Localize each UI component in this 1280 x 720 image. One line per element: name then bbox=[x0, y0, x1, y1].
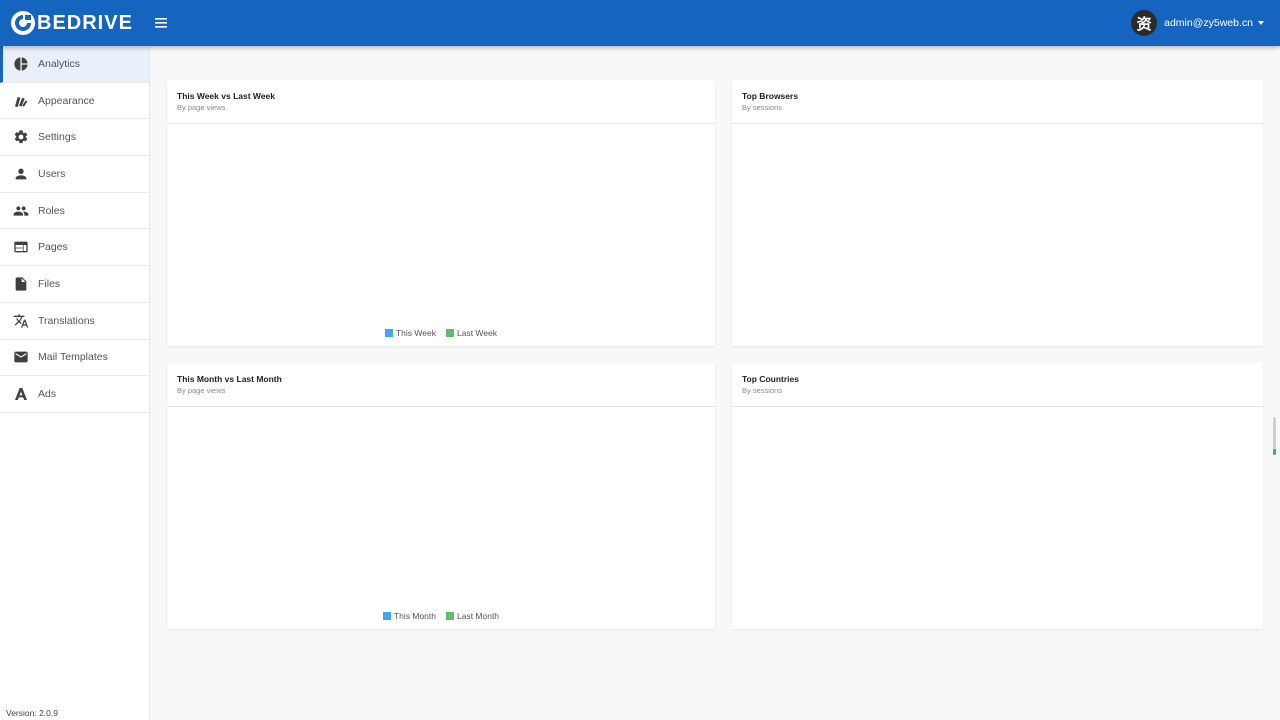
legend-label: Last Month bbox=[456, 611, 500, 621]
sidebar-item-label: Ads bbox=[38, 388, 57, 401]
panel-title: Top Browsers bbox=[742, 91, 799, 101]
sidebar-item-label: Pages bbox=[38, 241, 68, 254]
sidebar-item-label: Mail Templates bbox=[38, 351, 108, 364]
avatar[interactable]: 资 bbox=[1131, 10, 1158, 36]
logo-icon bbox=[11, 11, 35, 35]
month-comparison-panel: This Month vs Last Month By page views T… bbox=[167, 363, 715, 629]
sidebar-item-ads[interactable]: Ads bbox=[0, 376, 149, 413]
legend-label: This Month bbox=[393, 611, 436, 621]
file-icon bbox=[13, 276, 29, 292]
panel-header: Top Browsers By sessions bbox=[732, 80, 1263, 124]
panel-header: Top Countries By sessions bbox=[732, 363, 1263, 407]
panel-title: This Week vs Last Week bbox=[177, 91, 275, 101]
sidebar-item-label: Settings bbox=[38, 131, 76, 144]
chevron-down-icon[interactable] bbox=[1258, 21, 1264, 25]
sidebar-item-roles[interactable]: Roles bbox=[0, 193, 149, 230]
sidebar-item-pages[interactable]: Pages bbox=[0, 229, 149, 267]
legend-item-this-month[interactable]: This Month bbox=[382, 611, 436, 621]
sidebar-item-appearance[interactable]: Appearance bbox=[0, 83, 149, 120]
legend-label: Last Week bbox=[456, 328, 497, 338]
sidebar-item-users[interactable]: Users bbox=[0, 156, 149, 193]
version-label: Version: 2.0.9 bbox=[6, 708, 58, 718]
top-countries-panel: Top Countries By sessions bbox=[732, 363, 1263, 629]
legend-item-this-week[interactable]: This Week bbox=[384, 328, 436, 338]
gear-icon bbox=[13, 129, 29, 145]
sidebar-item-translations[interactable]: Translations bbox=[0, 303, 149, 340]
sidebar: Analytics Appearance Settings Users Role… bbox=[0, 46, 150, 720]
top-bar: BEDRIVE 资 admin@zy5web.cn bbox=[0, 0, 1280, 46]
scrollbar[interactable] bbox=[1273, 417, 1276, 455]
legend-swatch bbox=[445, 329, 454, 337]
ads-icon bbox=[13, 386, 29, 402]
paint-swatch-icon bbox=[13, 93, 29, 109]
people-icon bbox=[13, 203, 29, 219]
panel-subtitle: By page views bbox=[177, 386, 226, 395]
legend-item-last-month[interactable]: Last Month bbox=[445, 611, 500, 621]
panel-subtitle: By sessions bbox=[742, 386, 783, 395]
brand-name: BEDRIVE bbox=[37, 12, 133, 34]
panel-header: This Month vs Last Month By page views bbox=[167, 363, 715, 407]
sidebar-item-files[interactable]: Files bbox=[0, 266, 149, 303]
sidebar-item-mail-templates[interactable]: Mail Templates bbox=[0, 340, 149, 377]
menu-icon[interactable] bbox=[152, 13, 172, 33]
chart-legend: This Week Last Week bbox=[167, 328, 715, 338]
legend-label: This Week bbox=[395, 328, 436, 338]
legend-swatch bbox=[382, 612, 391, 620]
sidebar-item-label: Files bbox=[38, 277, 61, 290]
sidebar-item-settings[interactable]: Settings bbox=[0, 119, 149, 157]
panel-header: This Week vs Last Week By page views bbox=[167, 80, 715, 124]
mail-icon bbox=[13, 349, 29, 365]
sidebar-item-label: Analytics bbox=[38, 57, 81, 70]
bedrive-logo[interactable]: BEDRIVE bbox=[10, 10, 133, 36]
sidebar-item-analytics[interactable]: Analytics bbox=[0, 46, 149, 83]
panel-subtitle: By page views bbox=[177, 103, 226, 112]
legend-swatch bbox=[384, 329, 393, 337]
week-comparison-panel: This Week vs Last Week By page views Thi… bbox=[167, 80, 715, 346]
pie-chart-icon bbox=[13, 56, 29, 72]
panel-title: This Month vs Last Month bbox=[177, 374, 282, 384]
panel-title: Top Countries bbox=[742, 374, 799, 384]
sidebar-item-label: Translations bbox=[38, 314, 95, 327]
legend-swatch bbox=[445, 612, 454, 620]
user-email[interactable]: admin@zy5web.cn bbox=[1164, 17, 1253, 29]
legend-item-last-week[interactable]: Last Week bbox=[445, 328, 497, 338]
web-page-icon bbox=[13, 239, 29, 255]
sidebar-item-label: Appearance bbox=[38, 94, 95, 107]
sidebar-item-label: Users bbox=[38, 167, 66, 180]
user-menu[interactable]: 资 admin@zy5web.cn bbox=[1131, 10, 1264, 36]
panel-subtitle: By sessions bbox=[742, 103, 783, 112]
translate-icon bbox=[13, 313, 29, 329]
top-browsers-panel: Top Browsers By sessions bbox=[732, 80, 1263, 346]
sidebar-item-label: Roles bbox=[38, 204, 65, 217]
person-icon bbox=[13, 166, 29, 182]
chart-legend: This Month Last Month bbox=[167, 611, 715, 621]
